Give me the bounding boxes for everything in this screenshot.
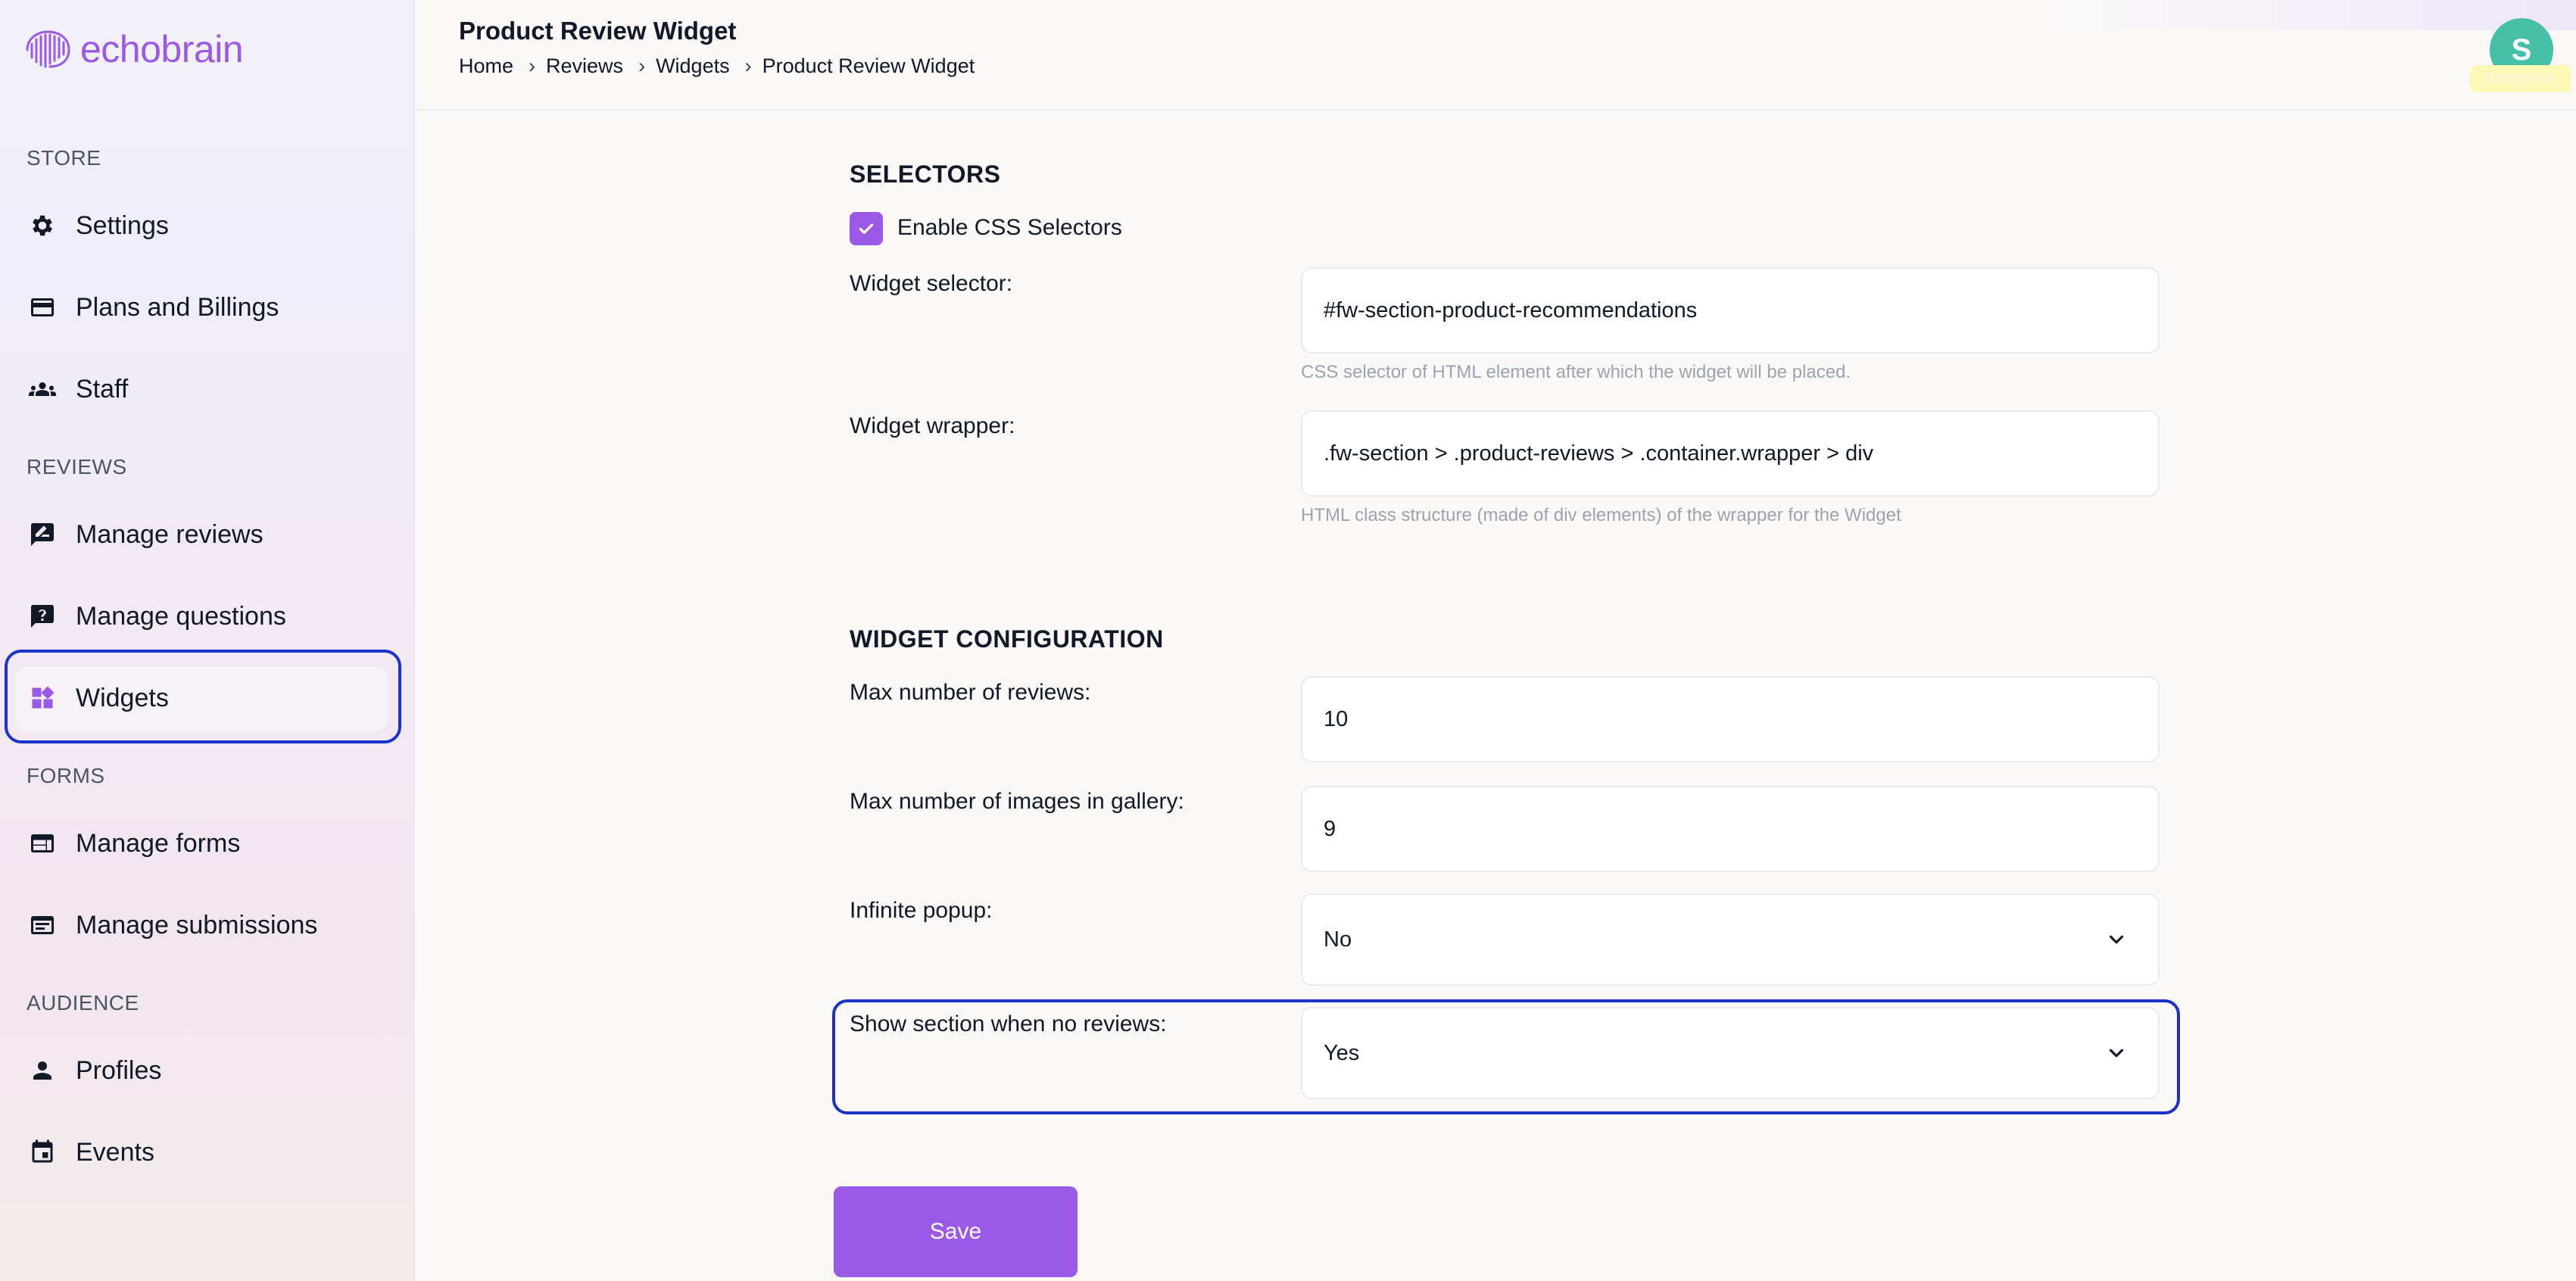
sidebar-item-manage-forms[interactable]: Manage forms [0,809,415,877]
page-header: Product Review Widget Home › Reviews › W… [416,0,2576,111]
breadcrumb-reviews[interactable]: Reviews [546,55,623,78]
widget-selector-label: Widget selector: [850,271,1013,296]
show-section-select[interactable]: Yes [1301,1007,2160,1099]
brain-logo-icon [26,30,70,68]
sidebar-item-label: Staff [76,374,129,404]
breadcrumb-separator: › [529,55,536,77]
enable-css-selectors-checkbox[interactable] [850,212,883,245]
widget-wrapper-help: HTML class structure (made of div elemen… [1301,505,1901,525]
sidebar-item-profiles[interactable]: Profiles [0,1036,415,1105]
widget-wrapper-input[interactable]: .fw-section > .product-reviews > .contai… [1301,410,2160,497]
logo[interactable]: echobrain [21,26,244,73]
breadcrumb-current: Product Review Widget [762,55,975,77]
infinite-popup-label: Infinite popup: [850,898,993,923]
chevron-down-icon [2109,935,2124,944]
widget-selector-input[interactable]: #fw-section-product-recommendations [1301,267,2160,354]
breadcrumb: Home › Reviews › Widgets › Product Revie… [459,55,975,78]
infinite-popup-select[interactable]: No [1301,893,2160,986]
sidebar-section-audience: AUDIENCE [27,991,139,1015]
selectors-heading: SELECTORS [850,161,1001,188]
sidebar: echobrain STORE Settings Plans and Billi… [0,0,415,1281]
show-section-value: Yes [1324,1040,1360,1065]
widget-wrapper-label: Widget wrapper: [850,413,1015,438]
submissions-icon [31,916,54,934]
max-images-input[interactable]: 9 [1301,786,2160,872]
max-reviews-label: Max number of reviews: [850,680,1091,705]
sidebar-section-store: STORE [27,146,101,170]
people-icon [29,382,56,396]
breadcrumb-separator: › [744,55,752,77]
credit-card-icon [31,298,54,316]
breadcrumb-separator: › [638,55,646,77]
sidebar-item-label: Manage submissions [76,910,318,940]
sidebar-item-manage-reviews[interactable]: Manage reviews [0,500,415,569]
max-images-label: Max number of images in gallery: [850,789,1184,814]
sidebar-item-label: Profiles [76,1055,162,1085]
sidebar-item-label: Manage reviews [76,519,264,549]
sidebar-section-forms: FORMS [27,764,105,787]
active-item-background [15,667,388,731]
infinite-popup-value: No [1324,927,1352,952]
plan-badge: Enterprise [2470,65,2571,92]
sidebar-item-label: Manage questions [76,601,286,631]
sidebar-item-widgets[interactable]: Widgets [0,664,415,732]
person-icon [33,1061,51,1080]
breadcrumb-widgets[interactable]: Widgets [656,55,730,78]
sidebar-item-manage-submissions[interactable]: Manage submissions [0,891,415,959]
sidebar-item-label: Widgets [76,683,169,712]
sidebar-item-label: Plans and Billings [76,292,279,322]
header-glow [2046,0,2576,30]
sidebar-item-label: Settings [76,210,169,240]
max-reviews-input[interactable]: 10 [1301,676,2160,762]
app-root: echobrain STORE Settings Plans and Billi… [0,0,2576,1281]
widgets-icon [32,686,55,709]
widget-selector-help: CSS selector of HTML element after which… [1301,362,1851,382]
calendar-icon [32,1139,53,1163]
chevron-down-icon [2109,1049,2124,1058]
sidebar-item-label: Manage forms [76,828,241,858]
sidebar-item-staff[interactable]: Staff [0,355,415,423]
show-section-label: Show section when no reviews: [850,1011,1167,1036]
enable-css-selectors-label[interactable]: Enable CSS Selectors [897,215,1122,241]
sidebar-section-reviews: REVIEWS [27,455,127,478]
sidebar-item-label: Events [76,1137,154,1167]
sidebar-item-plans-and-billings[interactable]: Plans and Billings [0,273,415,341]
breadcrumb-home[interactable]: Home [459,55,513,78]
widget-configuration-heading: WIDGET CONFIGURATION [850,625,1164,653]
sidebar-item-manage-questions[interactable]: Manage questions [0,582,415,650]
check-icon [859,223,874,235]
page-title: Product Review Widget [459,17,737,45]
rate-review-icon [31,523,54,546]
gear-icon [33,215,53,236]
sidebar-item-settings[interactable]: Settings [0,192,415,260]
sidebar-item-events[interactable]: Events [0,1118,415,1186]
logo-text: echobrain [80,28,244,70]
question-icon [31,605,54,628]
form-icon [31,834,54,852]
save-button[interactable]: Save [834,1186,1077,1277]
